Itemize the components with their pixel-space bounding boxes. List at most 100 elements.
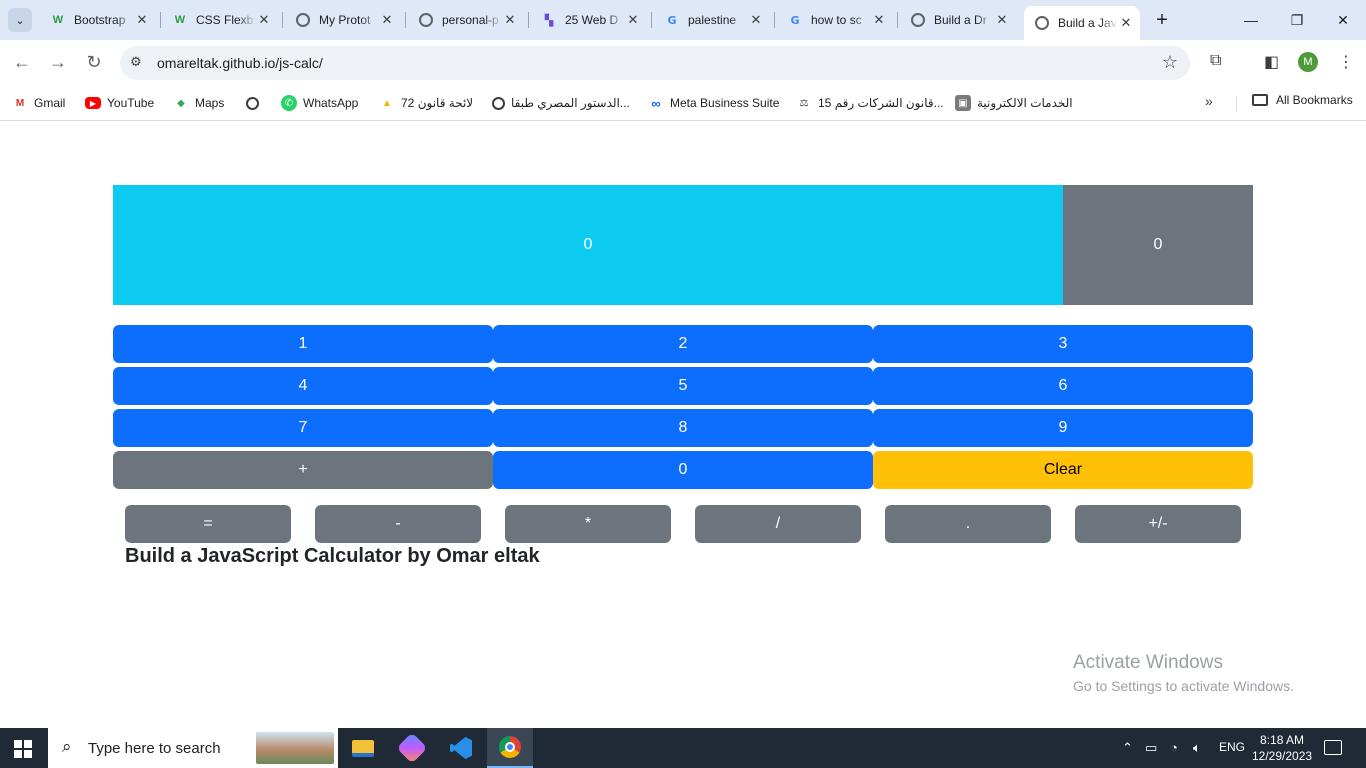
- extensions-icon[interactable]: ⧉: [1210, 52, 1221, 70]
- gmail-icon: M: [15, 97, 25, 109]
- url-text[interactable]: omareltak.github.io/js-calc/: [157, 55, 323, 71]
- profile-avatar[interactable]: M: [1298, 52, 1318, 72]
- windows-start-button[interactable]: [14, 740, 32, 758]
- calculator-display: 0: [113, 185, 1063, 305]
- tab-my-prototype[interactable]: My Protot ✕: [285, 6, 401, 34]
- bookmark-globe[interactable]: [246, 93, 265, 113]
- clear-button[interactable]: Clear: [873, 451, 1253, 489]
- bookmark-maps[interactable]: ◆ Maps: [173, 93, 224, 113]
- close-icon[interactable]: ✕: [256, 12, 272, 28]
- tab-bootstrap[interactable]: W Bootstrap ✕: [40, 6, 156, 34]
- key-6[interactable]: 6: [873, 367, 1253, 405]
- all-bookmarks-button[interactable]: All Bookmarks: [1252, 93, 1353, 107]
- tab-title: personal-p: [442, 13, 499, 27]
- close-icon[interactable]: ✕: [1118, 15, 1134, 31]
- key-1[interactable]: 1: [113, 325, 493, 363]
- reload-button[interactable]: ↻: [82, 50, 106, 74]
- forward-button[interactable]: →: [46, 50, 70, 74]
- key-2[interactable]: 2: [493, 325, 873, 363]
- taskbar-copilot[interactable]: [389, 728, 435, 768]
- close-icon[interactable]: ✕: [994, 12, 1010, 28]
- kebab-menu-icon[interactable]: ⋮: [1338, 52, 1354, 72]
- bookmark-e-services[interactable]: ▣ الخدمات الالكترونية: [955, 93, 1073, 113]
- negate-button[interactable]: +/-: [1075, 505, 1241, 543]
- tab-palestine[interactable]: G palestine ✕: [654, 6, 770, 34]
- minimize-icon: —: [1244, 12, 1258, 28]
- close-icon[interactable]: ✕: [502, 12, 518, 28]
- taskbar-vscode[interactable]: [438, 728, 484, 768]
- bookmark-label: YouTube: [107, 96, 155, 110]
- close-icon[interactable]: ✕: [625, 12, 641, 28]
- globe-icon: [910, 12, 926, 28]
- tab-build-a-drum[interactable]: Build a Dr ✕: [900, 6, 1016, 34]
- bookmark-companies-law[interactable]: ⚖ قانون الشركات رقم 15...: [796, 93, 944, 113]
- close-icon[interactable]: ✕: [379, 12, 395, 28]
- battery-icon[interactable]: ▭: [1145, 740, 1157, 756]
- clock[interactable]: 8:18 AM 12/29/2023: [1252, 732, 1312, 764]
- subtract-button[interactable]: -: [315, 505, 481, 543]
- minimize-button[interactable]: —: [1236, 8, 1266, 32]
- site-info-icon[interactable]: ⚙: [130, 54, 142, 70]
- tab-how-to[interactable]: G how to sc ✕: [777, 6, 893, 34]
- wifi-icon[interactable]: ◔: [1170, 740, 1178, 755]
- close-icon[interactable]: ✕: [134, 12, 150, 28]
- side-panel-icon[interactable]: ◧: [1264, 52, 1279, 72]
- decimal-button[interactable]: .: [885, 505, 1051, 543]
- star-icon[interactable]: ☆: [1162, 52, 1178, 73]
- taskbar-search[interactable]: ⌕ Type here to search: [48, 728, 338, 768]
- bookmark-meta-business[interactable]: ∞ Meta Business Suite: [648, 93, 779, 113]
- add-button[interactable]: +: [113, 451, 493, 489]
- tab-title: My Protot: [319, 13, 371, 27]
- back-button[interactable]: ←: [10, 50, 34, 74]
- folder-icon: [1252, 94, 1268, 106]
- close-icon: ✕: [1337, 12, 1349, 28]
- tab-25-web[interactable]: ▚ 25 Web D ✕: [531, 6, 647, 34]
- key-7[interactable]: 7: [113, 409, 493, 447]
- google-icon: G: [667, 13, 677, 27]
- tab-build-a-javascript-active[interactable]: Build a Jav ✕: [1024, 6, 1140, 40]
- divide-button[interactable]: /: [695, 505, 861, 543]
- bookmark-law-72[interactable]: ▲ لائحة قانون 72: [379, 93, 473, 113]
- address-bar[interactable]: ⚙ omareltak.github.io/js-calc/ ☆: [120, 46, 1190, 80]
- close-icon[interactable]: ✕: [748, 12, 764, 28]
- tab-title: 25 Web D: [565, 13, 619, 27]
- calculator-secondary-display: 0: [1063, 185, 1253, 305]
- chevron-up-icon[interactable]: ⌃: [1122, 740, 1133, 756]
- bookmark-gmail[interactable]: M Gmail: [12, 93, 66, 113]
- restore-button[interactable]: ❐: [1282, 8, 1312, 32]
- chevron-double-right-icon[interactable]: »: [1205, 93, 1213, 109]
- copilot-icon: [396, 732, 428, 764]
- key-8[interactable]: 8: [493, 409, 873, 447]
- key-0[interactable]: 0: [493, 451, 873, 489]
- bookmark-label: Meta Business Suite: [670, 96, 780, 110]
- chevron-down-icon: ⌄: [15, 14, 25, 27]
- arrow-left-icon: ←: [13, 52, 31, 72]
- drive-icon: ▲: [382, 97, 392, 109]
- browser-toolbar: ← → ↻ ⚙ omareltak.github.io/js-calc/ ☆ ⧉…: [0, 40, 1366, 86]
- equals-button[interactable]: =: [125, 505, 291, 543]
- close-window-button[interactable]: ✕: [1328, 8, 1358, 32]
- restore-icon: ❐: [1290, 12, 1304, 28]
- key-9[interactable]: 9: [873, 409, 1253, 447]
- tab-personal[interactable]: personal-p ✕: [408, 6, 524, 34]
- new-tab-button[interactable]: +: [1150, 8, 1174, 32]
- language-indicator[interactable]: ENG: [1219, 740, 1245, 754]
- bookmark-youtube[interactable]: ▶ YouTube: [85, 93, 154, 113]
- multiply-button[interactable]: *: [505, 505, 671, 543]
- volume-icon[interactable]: 🔈︎: [1193, 740, 1201, 756]
- taskbar-file-explorer[interactable]: [340, 728, 386, 768]
- notification-icon[interactable]: [1324, 740, 1342, 755]
- tab-css-flexbox[interactable]: W CSS Flexb ✕: [162, 6, 278, 34]
- bookmark-label: الدستور المصري طبقا...: [511, 96, 630, 110]
- tab-search-button[interactable]: ⌄: [8, 8, 32, 32]
- close-icon[interactable]: ✕: [871, 12, 887, 28]
- taskbar-chrome[interactable]: [487, 728, 533, 768]
- key-4[interactable]: 4: [113, 367, 493, 405]
- tab-divider: [897, 12, 898, 28]
- key-5[interactable]: 5: [493, 367, 873, 405]
- bookmark-constitution[interactable]: الدستور المصري طبقا...: [492, 93, 630, 113]
- clock-time: 8:18 AM: [1260, 733, 1305, 747]
- bookmark-label: الخدمات الالكترونية: [977, 96, 1073, 110]
- bookmark-whatsapp[interactable]: ✆ WhatsApp: [281, 93, 358, 113]
- key-3[interactable]: 3: [873, 325, 1253, 363]
